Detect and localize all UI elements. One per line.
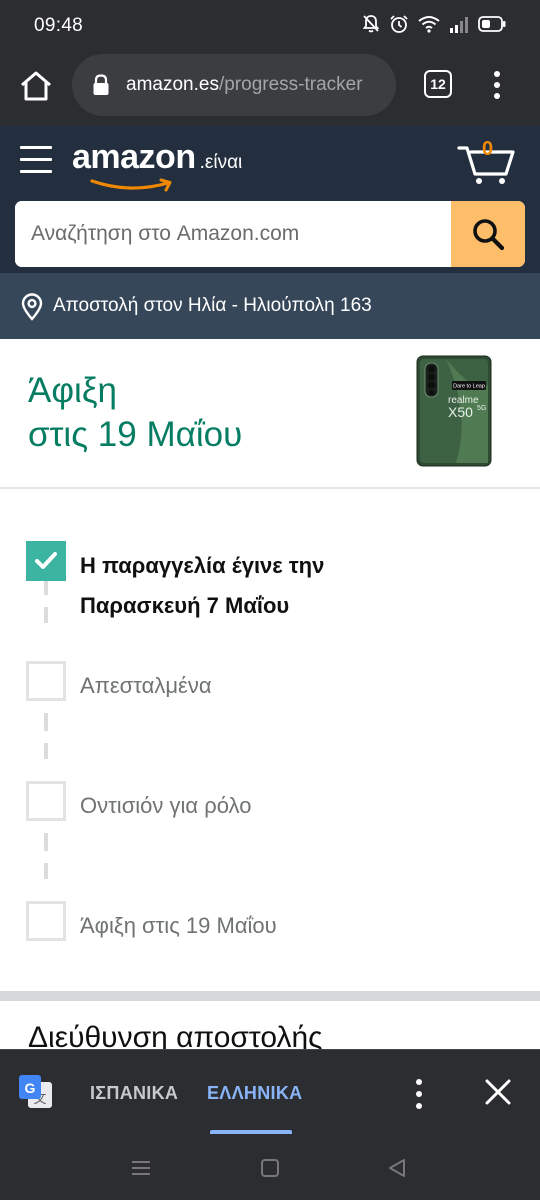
cart-count: 0	[482, 138, 494, 160]
step-label-line1: Η παραγγελία έγινε την	[80, 553, 325, 578]
signal-icon	[450, 17, 468, 33]
step-checkbox	[26, 781, 66, 821]
search-box	[15, 201, 525, 267]
location-pin-icon	[21, 293, 43, 321]
google-translate-icon[interactable]: 文 G	[18, 1074, 54, 1110]
url-text: amazon.es/progress-tracker	[126, 74, 363, 96]
amazon-smile-icon	[90, 178, 172, 192]
section-divider	[0, 991, 540, 1001]
home-icon[interactable]	[18, 68, 54, 104]
back-icon[interactable]	[386, 1157, 408, 1179]
target-language-tab[interactable]: ΕΛΛΗΝΙΚΑ	[207, 1083, 302, 1104]
step-label: Άφιξη στις 19 Μαΐου	[80, 913, 277, 938]
amazon-logo[interactable]: amazon .είναι	[72, 138, 243, 192]
step-label: Οντισιόν για ρόλο	[80, 793, 252, 818]
svg-text:G: G	[25, 1080, 36, 1096]
product-image[interactable]: Dare to Leap realme X50 5G	[416, 355, 492, 467]
step-label-line2: Παρασκευή 7 Μαΐου	[80, 593, 290, 618]
active-language-indicator	[210, 1130, 292, 1134]
checkmark-icon	[35, 552, 57, 569]
arrival-title: Άφιξη στις 19 Μαΐου	[28, 369, 242, 457]
recents-icon[interactable]	[130, 1159, 152, 1177]
status-bar: 09:48	[0, 0, 540, 52]
search-icon	[473, 219, 505, 251]
status-time: 09:48	[34, 15, 84, 36]
arrival-section: Άφιξη στις 19 Μαΐου Dare to Leap realme …	[0, 339, 540, 489]
tab-switcher-button[interactable]: 12	[424, 70, 452, 98]
step-label: Απεσταλμένα	[80, 673, 212, 698]
alarm-icon	[390, 15, 408, 33]
deliver-to-text: Αποστολή στον Ηλία - Ηλιούπολη 163	[53, 295, 372, 316]
progress-tracker: Η παραγγελία έγινε την Παρασκευή 7 Μαΐου…	[0, 491, 540, 991]
more-vert-icon[interactable]	[408, 1078, 430, 1110]
arrival-title-line2: στις 19 Μαΐου	[28, 415, 243, 454]
close-icon[interactable]	[484, 1078, 512, 1106]
tab-count: 12	[430, 76, 446, 92]
tracker-connector	[44, 833, 48, 879]
browser-toolbar: amazon.es/progress-tracker 12	[0, 52, 540, 126]
bell-off-icon	[362, 15, 380, 33]
url-path: /progress-tracker	[218, 74, 363, 95]
wifi-icon	[418, 16, 440, 33]
tracker-connector	[44, 713, 48, 759]
step-checkbox	[26, 901, 66, 941]
step-checkbox	[26, 661, 66, 701]
address-bar[interactable]: amazon.es/progress-tracker	[72, 54, 396, 116]
logo-word: amazon	[72, 138, 196, 176]
step-label: Η παραγγελία έγινε την Παρασκευή 7 Μαΐου	[80, 546, 324, 626]
product-suffix-text: 5G	[477, 405, 486, 412]
step-checkbox-checked	[26, 541, 66, 581]
system-navigation-bar	[0, 1135, 540, 1200]
search-button[interactable]	[451, 201, 525, 267]
status-icons	[362, 14, 506, 34]
lock-icon	[93, 74, 109, 95]
arrival-title-line1: Άφιξη	[28, 371, 117, 410]
url-domain: amazon.es	[126, 74, 219, 95]
more-vert-icon[interactable]	[486, 70, 508, 100]
amazon-header: amazon .είναι 0	[0, 126, 540, 273]
battery-icon	[478, 16, 506, 32]
tracker-connector	[44, 577, 48, 623]
menu-icon[interactable]	[20, 146, 52, 174]
product-model-text: X50	[448, 404, 473, 420]
cart-button[interactable]: 0	[456, 136, 516, 186]
logo-suffix: .είναι	[199, 152, 243, 173]
search-input[interactable]	[15, 201, 451, 267]
deliver-to-bar[interactable]: Αποστολή στον Ηλία - Ηλιούπολη 163	[0, 273, 540, 339]
home-icon[interactable]	[259, 1157, 281, 1179]
source-language-tab[interactable]: ΙΣΠΑΝΙΚΑ	[90, 1083, 178, 1104]
translate-bar: 文 G ΙΣΠΑΝΙΚΑ ΕΛΛΗΝΙΚΑ	[0, 1049, 540, 1135]
product-badge-text: Dare to Leap	[453, 384, 485, 390]
